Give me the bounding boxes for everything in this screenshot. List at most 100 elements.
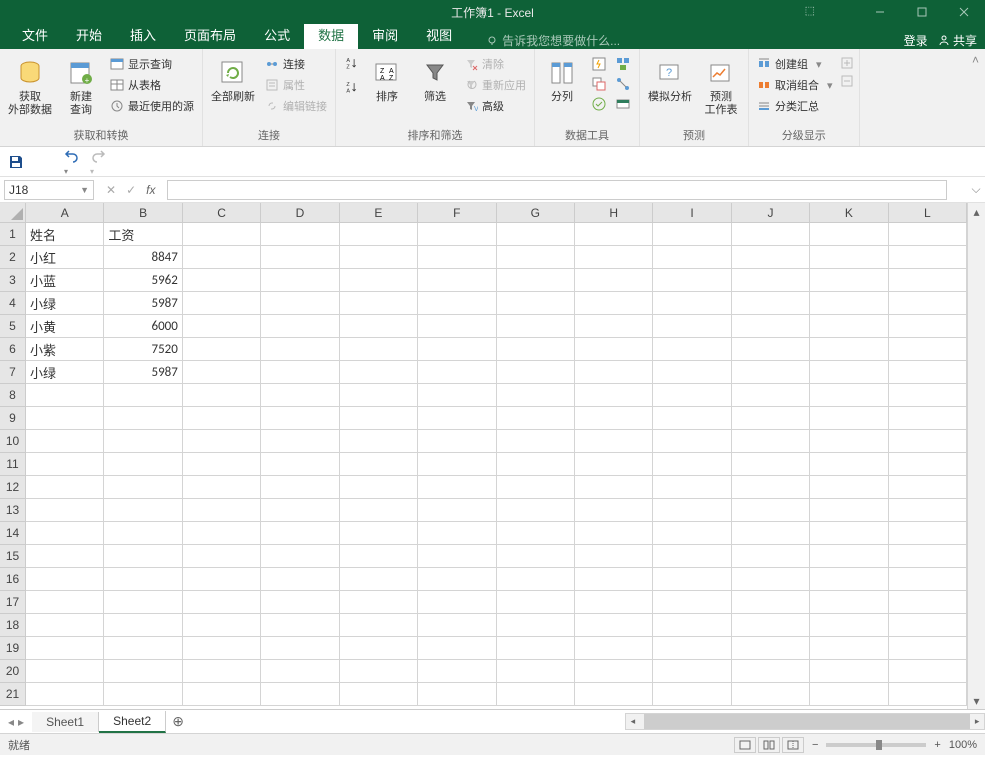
cell[interactable] [497, 407, 575, 430]
cell[interactable] [575, 453, 653, 476]
cell[interactable] [653, 522, 731, 545]
zoom-level[interactable]: 100% [949, 739, 977, 751]
cell[interactable] [104, 407, 182, 430]
tab-file[interactable]: 文件 [8, 21, 62, 49]
cell[interactable] [810, 223, 888, 246]
cell[interactable] [575, 384, 653, 407]
cell[interactable] [575, 407, 653, 430]
cell[interactable]: 小黄 [26, 315, 104, 338]
cell[interactable] [497, 614, 575, 637]
cell[interactable] [183, 591, 261, 614]
cell[interactable] [732, 522, 810, 545]
cell[interactable] [183, 384, 261, 407]
ribbon-display-icon[interactable]: ⬚ [805, 4, 815, 17]
cell[interactable] [261, 568, 339, 591]
cell[interactable] [497, 545, 575, 568]
cell[interactable] [183, 545, 261, 568]
text-to-columns-button[interactable]: 分列 [541, 55, 583, 106]
cell[interactable] [575, 660, 653, 683]
recent-sources-button[interactable]: 最近使用的源 [108, 97, 196, 115]
cell[interactable] [340, 453, 418, 476]
cell[interactable] [732, 453, 810, 476]
cell[interactable] [889, 384, 967, 407]
cell[interactable] [653, 384, 731, 407]
cell[interactable] [261, 361, 339, 384]
subtotal-button[interactable]: 分类汇总 [755, 97, 835, 115]
cell[interactable] [889, 683, 967, 706]
cell[interactable] [261, 522, 339, 545]
row-header[interactable]: 10 [0, 430, 26, 453]
row-header[interactable]: 15 [0, 545, 26, 568]
horizontal-scrollbar[interactable]: ◂▸ [625, 713, 985, 730]
cell[interactable] [418, 453, 496, 476]
cell[interactable] [340, 384, 418, 407]
cell[interactable] [889, 614, 967, 637]
cell[interactable] [653, 269, 731, 292]
cell[interactable] [575, 223, 653, 246]
cell[interactable] [340, 315, 418, 338]
cell[interactable] [732, 614, 810, 637]
cell[interactable] [183, 660, 261, 683]
cell[interactable] [104, 683, 182, 706]
cell[interactable] [183, 407, 261, 430]
maximize-button[interactable] [901, 0, 943, 24]
sheet-tab-1[interactable]: Sheet1 [32, 712, 99, 732]
cell[interactable] [261, 338, 339, 361]
cell[interactable] [653, 499, 731, 522]
cell[interactable] [732, 407, 810, 430]
tab-data[interactable]: 数据 [304, 21, 358, 49]
cell[interactable] [575, 476, 653, 499]
cell[interactable] [575, 361, 653, 384]
cell[interactable] [732, 315, 810, 338]
cell[interactable] [104, 430, 182, 453]
relationships-button[interactable] [613, 75, 633, 93]
cell[interactable] [104, 545, 182, 568]
cell[interactable] [26, 384, 104, 407]
get-external-data-button[interactable]: 获取 外部数据 [6, 55, 54, 119]
cell[interactable] [810, 660, 888, 683]
cell[interactable] [653, 292, 731, 315]
cell[interactable] [261, 683, 339, 706]
cell[interactable] [889, 476, 967, 499]
cell[interactable] [340, 292, 418, 315]
cell[interactable] [810, 453, 888, 476]
cell[interactable] [261, 660, 339, 683]
cell[interactable] [261, 637, 339, 660]
cell[interactable] [810, 430, 888, 453]
sort-desc-button[interactable]: ZA [342, 79, 360, 95]
cell[interactable] [889, 430, 967, 453]
cell[interactable] [889, 568, 967, 591]
cell[interactable]: 小绿 [26, 361, 104, 384]
formula-input[interactable] [167, 180, 947, 200]
row-header[interactable]: 14 [0, 522, 26, 545]
cell[interactable] [810, 361, 888, 384]
cell[interactable] [340, 223, 418, 246]
cell[interactable] [104, 384, 182, 407]
cell[interactable] [104, 522, 182, 545]
cancel-formula-button[interactable]: ✕ [106, 183, 116, 197]
cell[interactable] [183, 246, 261, 269]
cell[interactable] [575, 269, 653, 292]
column-header[interactable]: E [340, 203, 418, 223]
vertical-scrollbar[interactable]: ▴ ▾ [967, 203, 985, 709]
cell[interactable] [810, 568, 888, 591]
expand-formula-bar-button[interactable]: ⌵ [967, 182, 985, 197]
cell[interactable] [26, 430, 104, 453]
cell[interactable] [889, 499, 967, 522]
row-header[interactable]: 17 [0, 591, 26, 614]
cell[interactable]: 5962 [104, 269, 182, 292]
cell[interactable] [497, 315, 575, 338]
cell[interactable] [26, 683, 104, 706]
collapse-ribbon-button[interactable]: ˄ [966, 49, 985, 146]
sheet-tab-2[interactable]: Sheet2 [99, 711, 166, 733]
cell[interactable] [183, 315, 261, 338]
cell[interactable] [653, 591, 731, 614]
page-layout-view-button[interactable] [758, 737, 780, 753]
cell[interactable] [497, 269, 575, 292]
what-if-button[interactable]: ? 模拟分析 [646, 55, 694, 106]
cell[interactable] [653, 614, 731, 637]
tab-formulas[interactable]: 公式 [250, 21, 304, 49]
cell[interactable] [732, 246, 810, 269]
cell[interactable] [653, 407, 731, 430]
cell[interactable] [497, 361, 575, 384]
